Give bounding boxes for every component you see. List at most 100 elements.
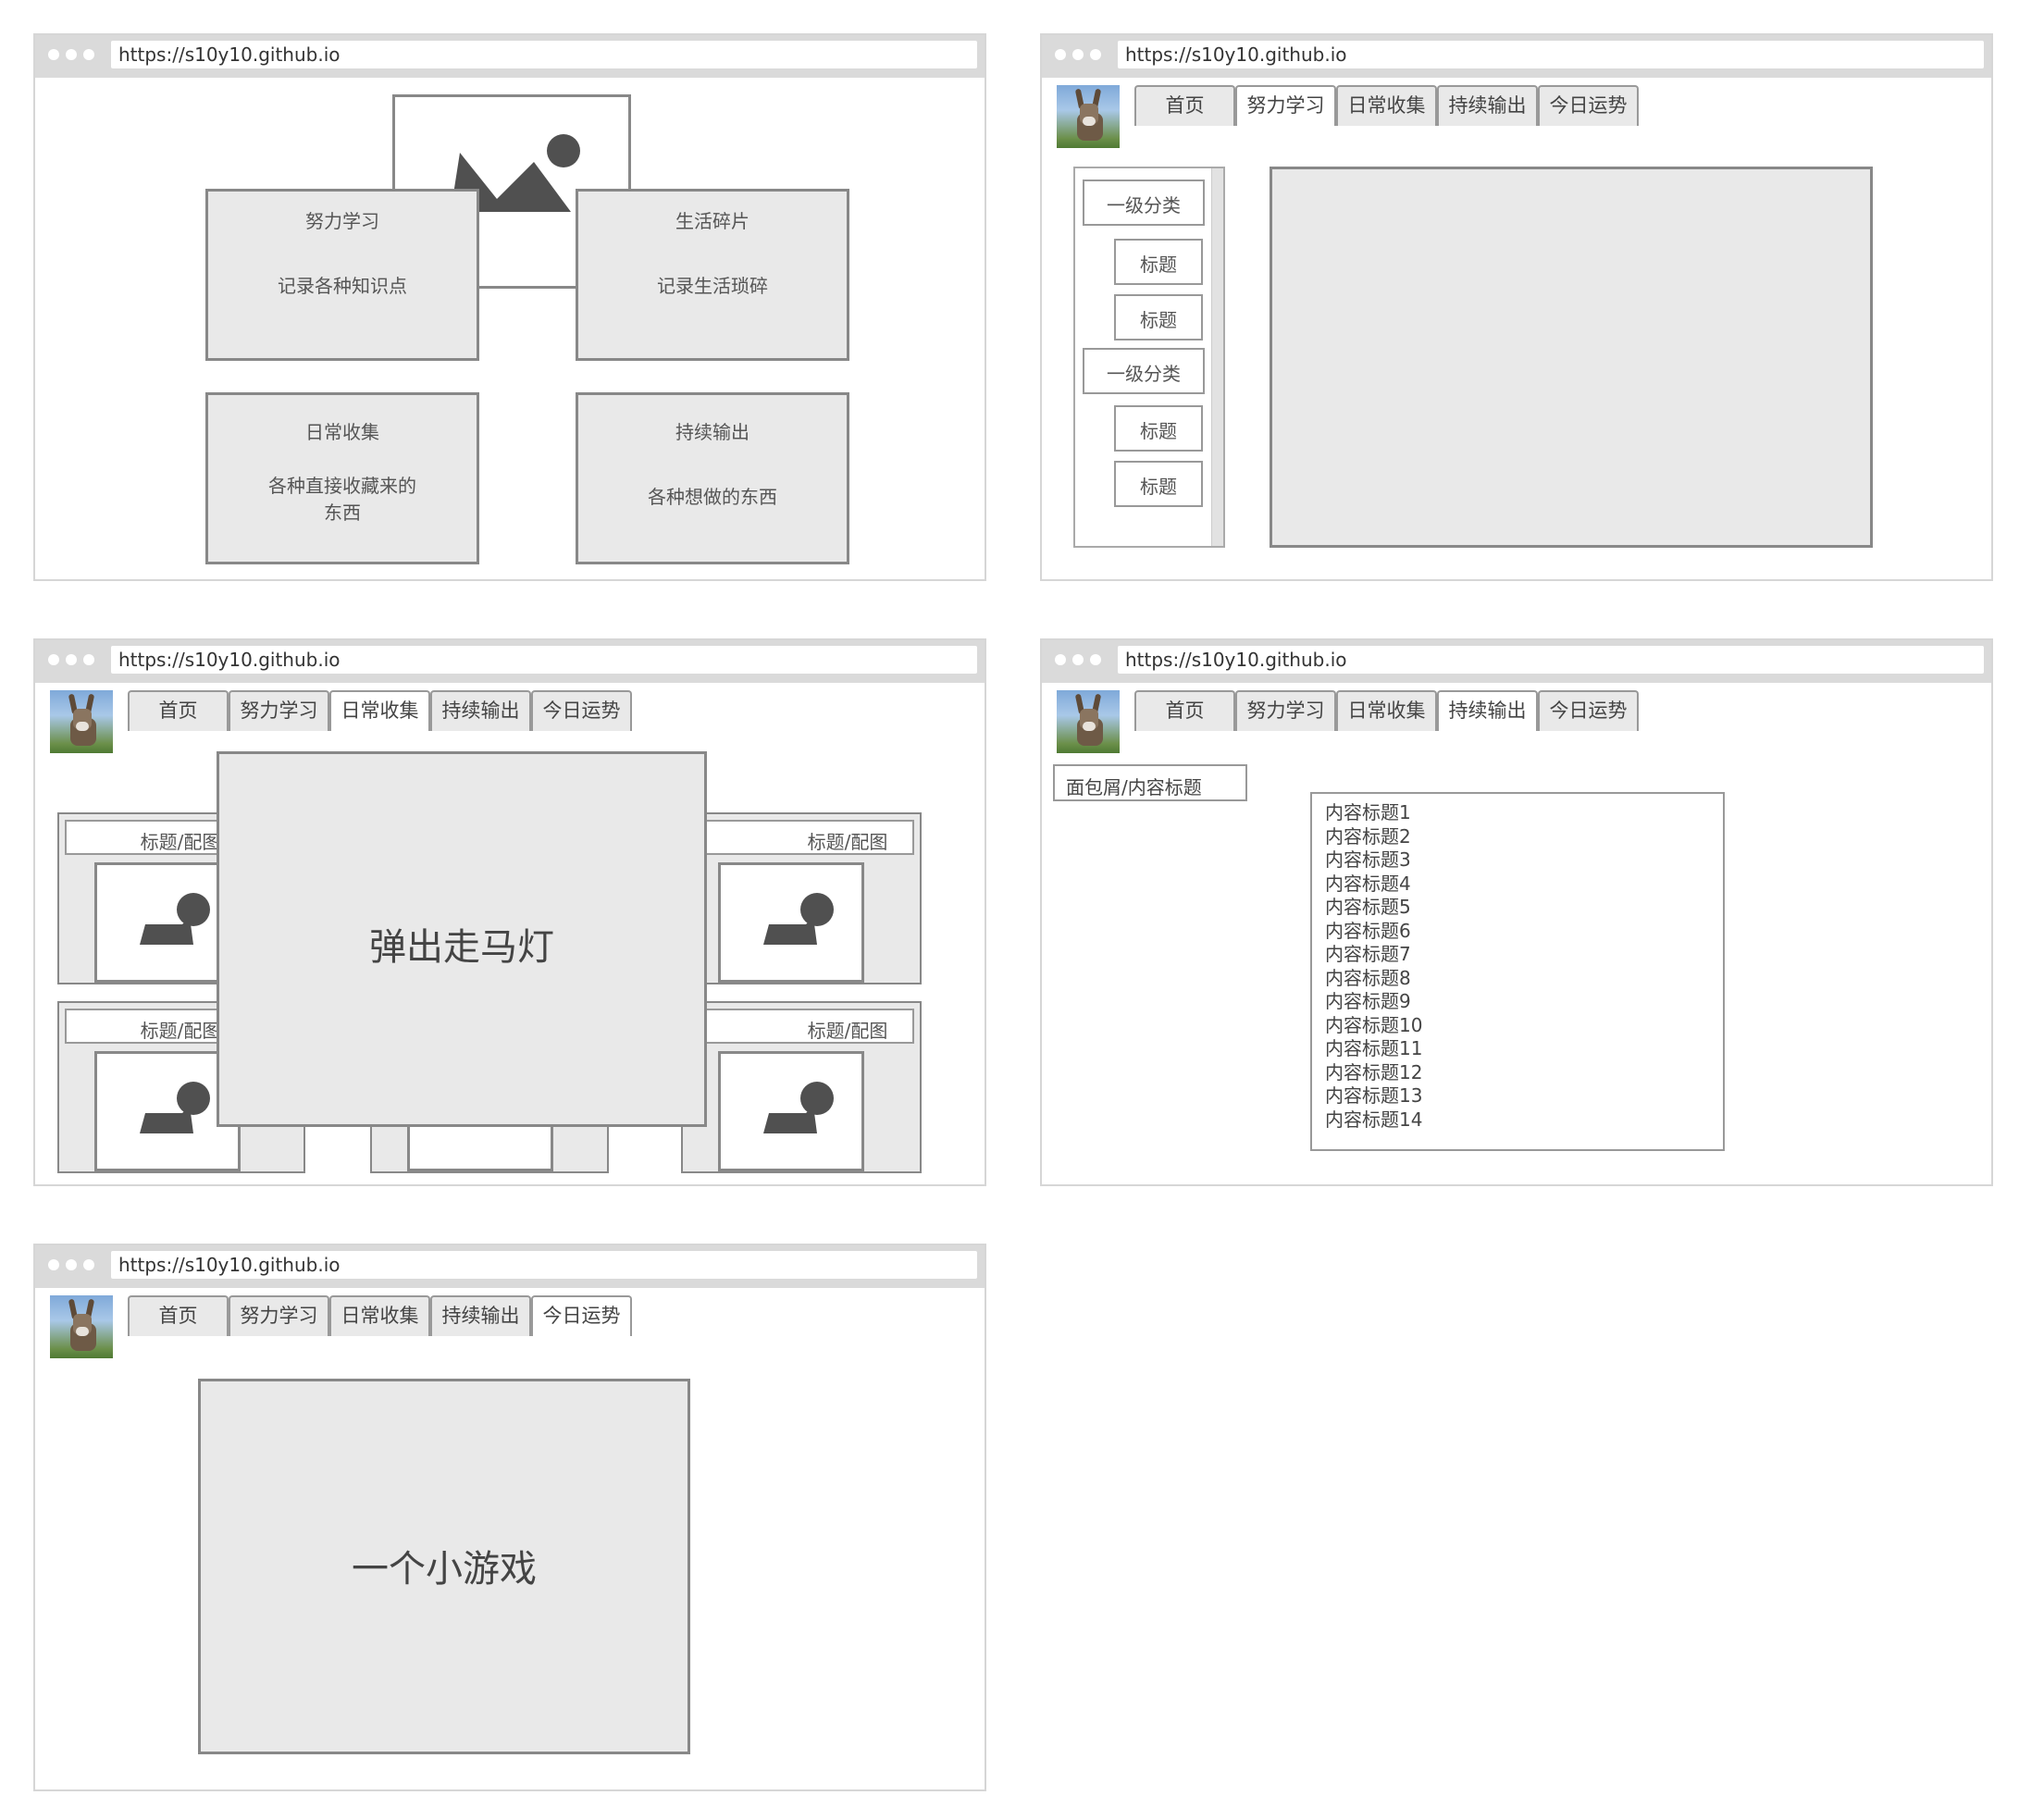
- nav-tabs: 首页 努力学习 日常收集 持续输出 今日运势: [128, 690, 632, 733]
- avatar[interactable]: [1057, 690, 1120, 753]
- tab-fortune[interactable]: 今日运势: [531, 1295, 632, 1336]
- list-item[interactable]: 内容标题1: [1325, 801, 1710, 825]
- sidebar-item-label: 标题: [1140, 254, 1177, 276]
- collect-card[interactable]: 标题/配图: [681, 1001, 922, 1173]
- window-dot[interactable]: [1072, 49, 1084, 60]
- list-item[interactable]: 内容标题11: [1325, 1037, 1710, 1061]
- card-image: [718, 862, 864, 983]
- tab-fortune[interactable]: 今日运势: [531, 690, 632, 731]
- address-bar[interactable]: https://s10y10.github.io: [111, 41, 977, 68]
- list-item[interactable]: 内容标题6: [1325, 920, 1710, 944]
- address-bar[interactable]: https://s10y10.github.io: [111, 646, 977, 674]
- sidebar-item[interactable]: 标题: [1114, 461, 1203, 507]
- browser-chrome: https://s10y10.github.io: [1042, 640, 1991, 683]
- tab-collect[interactable]: 日常收集: [1336, 85, 1437, 126]
- tab-study[interactable]: 努力学习: [1235, 85, 1336, 126]
- window-controls: [48, 49, 94, 60]
- window-dot[interactable]: [1055, 654, 1066, 665]
- window-dot[interactable]: [83, 1259, 94, 1270]
- sidebar-item-label: 标题: [1140, 476, 1177, 498]
- address-bar[interactable]: https://s10y10.github.io: [1118, 646, 1984, 674]
- address-bar[interactable]: https://s10y10.github.io: [111, 1251, 977, 1279]
- avatar[interactable]: [50, 690, 113, 753]
- list-item[interactable]: 内容标题7: [1325, 943, 1710, 967]
- list-item[interactable]: 内容标题13: [1325, 1084, 1710, 1108]
- tab-study[interactable]: 努力学习: [229, 1295, 329, 1336]
- nav-tabs: 首页 努力学习 日常收集 持续输出 今日运势: [128, 1295, 632, 1338]
- tab-study[interactable]: 努力学习: [1235, 690, 1336, 731]
- avatar[interactable]: [1057, 85, 1120, 148]
- sidebar-category[interactable]: 一级分类: [1083, 180, 1205, 226]
- window-controls: [1055, 654, 1101, 665]
- list-item[interactable]: 内容标题4: [1325, 873, 1710, 897]
- breadcrumb-text: 面包屑/内容标题: [1066, 776, 1202, 799]
- game-area[interactable]: 一个小游戏: [198, 1379, 690, 1754]
- sidebar-item[interactable]: 标题: [1114, 294, 1203, 340]
- window-dot[interactable]: [1072, 654, 1084, 665]
- avatar[interactable]: [50, 1295, 113, 1358]
- browser-chrome: https://s10y10.github.io: [1042, 35, 1991, 78]
- browser-chrome: https://s10y10.github.io: [35, 640, 985, 683]
- list-item[interactable]: 内容标题8: [1325, 967, 1710, 991]
- card-output[interactable]: 持续输出 各种想做的东西: [576, 392, 849, 564]
- list-item[interactable]: 内容标题9: [1325, 990, 1710, 1014]
- tab-home[interactable]: 首页: [1134, 85, 1235, 126]
- card-study[interactable]: 努力学习 记录各种知识点: [205, 189, 479, 361]
- address-bar[interactable]: https://s10y10.github.io: [1118, 41, 1984, 68]
- list-item[interactable]: 内容标题2: [1325, 825, 1710, 849]
- window-dot[interactable]: [1090, 49, 1101, 60]
- tab-collect[interactable]: 日常收集: [329, 690, 430, 731]
- sidebar-item[interactable]: 标题: [1114, 239, 1203, 285]
- content-list-items: 内容标题1 内容标题2 内容标题3 内容标题4 内容标题5 内容标题6 内容标题7 内容标题8…: [1325, 801, 1710, 1132]
- card-desc: 各种想做的东西: [648, 486, 777, 508]
- window-dot[interactable]: [48, 1259, 59, 1270]
- sidebar-category[interactable]: 一级分类: [1083, 348, 1205, 394]
- browser-window-collect: https://s10y10.github.io 首页 努力学习 日常收集 持续…: [33, 638, 986, 1186]
- list-item[interactable]: 内容标题12: [1325, 1061, 1710, 1085]
- tab-home[interactable]: 首页: [128, 690, 229, 731]
- window-dot[interactable]: [1055, 49, 1066, 60]
- card-life[interactable]: 生活碎片 记录生活琐碎: [576, 189, 849, 361]
- card-image: [718, 1051, 864, 1171]
- collect-card[interactable]: 标题/配图: [681, 812, 922, 984]
- sidebar-item[interactable]: 标题: [1114, 405, 1203, 452]
- list-item[interactable]: 内容标题3: [1325, 848, 1710, 873]
- tab-home[interactable]: 首页: [1134, 690, 1235, 731]
- tab-output[interactable]: 持续输出: [1437, 85, 1538, 126]
- card-title-bar: 标题/配图: [688, 1009, 914, 1044]
- card-collect[interactable]: 日常收集 各种直接收藏来的东西: [205, 392, 479, 564]
- sidebar-category-label: 一级分类: [1107, 194, 1181, 217]
- window-dot[interactable]: [83, 654, 94, 665]
- card-title: 标题/配图: [807, 1020, 888, 1042]
- content-area: [1270, 167, 1873, 548]
- window-dot[interactable]: [48, 654, 59, 665]
- window-dot[interactable]: [48, 49, 59, 60]
- sidebar-item-label: 标题: [1140, 309, 1177, 331]
- window-dot[interactable]: [66, 1259, 77, 1270]
- nav-tabs: 首页 努力学习 日常收集 持续输出 今日运势: [1134, 85, 1639, 128]
- card-title: 努力学习: [305, 210, 379, 232]
- list-item[interactable]: 内容标题14: [1325, 1108, 1710, 1133]
- window-dot[interactable]: [66, 654, 77, 665]
- tab-collect[interactable]: 日常收集: [1336, 690, 1437, 731]
- window-dot[interactable]: [1090, 654, 1101, 665]
- tab-fortune[interactable]: 今日运势: [1538, 690, 1639, 731]
- tab-home[interactable]: 首页: [128, 1295, 229, 1336]
- card-title: 生活碎片: [675, 210, 749, 232]
- tab-output[interactable]: 持续输出: [1437, 690, 1538, 731]
- card-desc: 记录生活琐碎: [657, 275, 768, 297]
- breadcrumb[interactable]: 面包屑/内容标题: [1053, 764, 1247, 801]
- list-item[interactable]: 内容标题10: [1325, 1014, 1710, 1038]
- window-dot[interactable]: [66, 49, 77, 60]
- tab-study[interactable]: 努力学习: [229, 690, 329, 731]
- popup-carousel[interactable]: 弹出走马灯: [217, 751, 707, 1127]
- browser-window-home: https://s10y10.github.io 努力学习 记录各种知识点 生活…: [33, 33, 986, 581]
- tab-fortune[interactable]: 今日运势: [1538, 85, 1639, 126]
- sidebar-scrollbar[interactable]: [1211, 168, 1223, 546]
- tab-output[interactable]: 持续输出: [430, 690, 531, 731]
- tab-output[interactable]: 持续输出: [430, 1295, 531, 1336]
- tab-collect[interactable]: 日常收集: [329, 1295, 430, 1336]
- window-dot[interactable]: [83, 49, 94, 60]
- list-item[interactable]: 内容标题5: [1325, 896, 1710, 920]
- card-title: 持续输出: [675, 421, 749, 443]
